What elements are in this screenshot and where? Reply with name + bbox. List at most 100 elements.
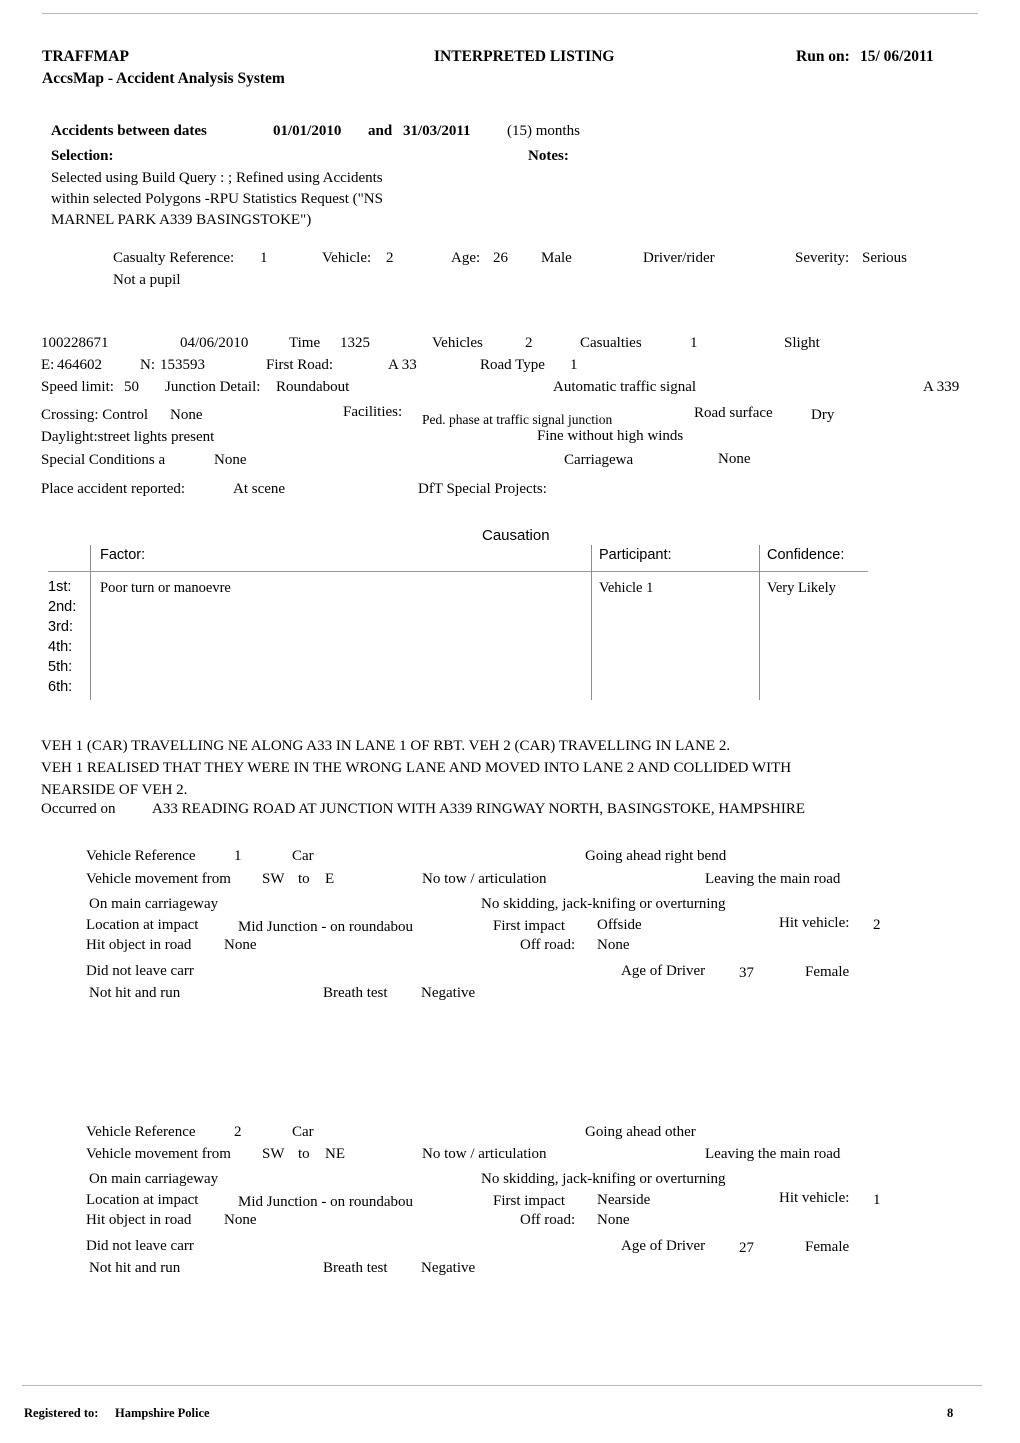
selection-line-3: MARNEL PARK A339 BASINGSTOKE") xyxy=(51,212,312,228)
road-type-label: Road Type xyxy=(480,357,545,373)
run-on-value: 15/ 06/2011 xyxy=(860,48,934,65)
vehicle-hit-object-label: Hit object in road xyxy=(86,937,192,953)
occurred-on-label: Occurred on xyxy=(41,801,116,817)
date-to: 31/03/2011 xyxy=(403,123,471,139)
accident-time-value: 1325 xyxy=(340,335,370,351)
vehicle-breath-test-value: Negative xyxy=(421,985,476,1001)
casualty-age-value: 26 xyxy=(493,250,508,266)
narrative-line-2: VEH 1 REALISED THAT THEY WERE IN THE WRO… xyxy=(41,760,792,776)
dates-label: Accidents between dates xyxy=(51,123,207,139)
occurred-on-value: A33 READING ROAD AT JUNCTION WITH A339 R… xyxy=(152,801,806,817)
junction-detail-value: Roundabout xyxy=(276,379,350,395)
accident-casualties-label: Casualties xyxy=(580,335,642,351)
vehicle-reference-value: 1 xyxy=(234,848,242,864)
selection-label: Selection: xyxy=(51,148,114,164)
vehicle-reference-label: Vehicle Reference xyxy=(86,848,196,864)
easting-label: E: xyxy=(41,357,55,373)
casualty-reference-value: 1 xyxy=(260,250,268,266)
road-surface-value: Dry xyxy=(811,407,835,423)
dates-and-label: and xyxy=(368,123,393,139)
vehicle-first-impact-value: Offside xyxy=(597,917,642,933)
causation-confidence-1: Very Likely xyxy=(767,580,836,596)
causation-column-factor: Factor: xyxy=(100,547,146,563)
northing-value: 153593 xyxy=(160,357,205,373)
report-title: INTERPRETED LISTING xyxy=(434,48,615,65)
road-surface-label: Road surface xyxy=(694,405,773,421)
vehicle-hit-and-run: Not hit and run xyxy=(89,1260,181,1276)
vehicle-movement-to: E xyxy=(325,871,335,887)
carriageway-hazards-value: None xyxy=(718,451,751,467)
causation-column-confidence: Confidence: xyxy=(767,547,845,563)
casualty-sex: Male xyxy=(541,250,572,266)
narrative-line-3: NEARSIDE OF VEH 2. xyxy=(41,782,188,798)
accident-reference: 100228671 xyxy=(41,335,109,351)
causation-ordinal-2: 2nd: xyxy=(48,599,77,615)
vehicle-manoeuvre: Going ahead other xyxy=(585,1124,696,1140)
causation-ordinal-6: 6th: xyxy=(48,679,73,695)
vehicle-movement-to-label: to xyxy=(298,871,310,887)
crossing-control-label: Crossing: Control xyxy=(41,407,149,423)
easting-value: 464602 xyxy=(57,357,102,373)
footer-top-rule xyxy=(22,1385,982,1386)
causation-vrule-participant xyxy=(591,545,592,700)
vehicle-age-of-driver-label: Age of Driver xyxy=(621,1238,706,1254)
vehicle-skidding: No skidding, jack-knifing or overturning xyxy=(481,896,726,912)
vehicle-carriageway: On main carriageway xyxy=(89,896,219,912)
vehicle-hit-object-label: Hit object in road xyxy=(86,1212,192,1228)
first-road-label: First Road: xyxy=(266,357,334,373)
vehicle-reference-label: Vehicle Reference xyxy=(86,1124,196,1140)
speed-limit-label: Speed limit: xyxy=(41,379,114,395)
facilities-value: Ped. phase at traffic signal junction xyxy=(422,412,613,427)
notes-label: Notes: xyxy=(528,148,569,164)
vehicle-first-impact-label: First impact xyxy=(493,1193,566,1209)
vehicle-movement-to-label: to xyxy=(298,1146,310,1162)
vehicle-hit-and-run: Not hit and run xyxy=(89,985,181,1001)
system-name: TRAFFMAP xyxy=(42,48,129,65)
vehicle-hit-object-value: None xyxy=(224,1212,257,1228)
facilities-label: Facilities: xyxy=(343,404,403,420)
special-conditions-value: None xyxy=(214,452,247,468)
accident-casualties-value: 1 xyxy=(690,335,698,351)
crossing-control-value: None xyxy=(170,407,203,423)
causation-ordinal-5: 5th: xyxy=(48,659,73,675)
vehicle-hit-object-value: None xyxy=(224,937,257,953)
casualty-vehicle-value: 2 xyxy=(386,250,394,266)
casualty-reference-label: Casualty Reference: xyxy=(113,250,235,266)
vehicle-towing: No tow / articulation xyxy=(422,871,547,887)
vehicle-junction-location: Leaving the main road xyxy=(705,871,841,887)
vehicle-off-road-label: Off road: xyxy=(520,937,576,953)
causation-ordinal-4: 4th: xyxy=(48,639,73,655)
vehicle-breath-test-label: Breath test xyxy=(323,1260,388,1276)
vehicle-hit-vehicle-label: Hit vehicle: xyxy=(779,915,850,931)
vehicle-age-of-driver-value: 27 xyxy=(739,1240,754,1256)
road-type-value: 1 xyxy=(570,357,578,373)
vehicle-type: Car xyxy=(292,848,314,864)
vehicle-hit-vehicle-value: 1 xyxy=(873,1192,881,1208)
light-conditions: Daylight:street lights present xyxy=(41,429,215,445)
casualty-severity-label: Severity: xyxy=(795,250,850,266)
place-reported-value: At scene xyxy=(233,481,286,497)
vehicle-leaving-carriageway: Did not leave carr xyxy=(86,1238,194,1254)
vehicle-movement-from: SW xyxy=(262,871,285,887)
causation-column-participant: Participant: xyxy=(599,547,672,563)
vehicle-driver-sex: Female xyxy=(805,1239,850,1255)
vehicle-reference-value: 2 xyxy=(234,1124,242,1140)
vehicle-hit-vehicle-label: Hit vehicle: xyxy=(779,1190,850,1206)
narrative-line-1: VEH 1 (CAR) TRAVELLING NE ALONG A33 IN L… xyxy=(41,738,731,754)
second-road: A 339 xyxy=(923,379,960,395)
vehicle-driver-sex: Female xyxy=(805,964,850,980)
carriageway-hazards-label: Carriagewa xyxy=(564,452,634,468)
vehicle-location-at-impact-label: Location at impact xyxy=(86,917,199,933)
casualty-age-label: Age: xyxy=(451,250,481,266)
run-on-label: Run on: xyxy=(796,48,850,65)
vehicle-off-road-value: None xyxy=(597,937,630,953)
report-page: TRAFFMAP INTERPRETED LISTING Run on: 15/… xyxy=(0,0,1020,1443)
vehicle-off-road-value: None xyxy=(597,1212,630,1228)
vehicle-first-impact-value: Nearside xyxy=(597,1192,651,1208)
first-road-value: A 33 xyxy=(388,357,417,373)
junction-control: Automatic traffic signal xyxy=(553,379,697,395)
vehicle-type: Car xyxy=(292,1124,314,1140)
causation-participant-1: Vehicle 1 xyxy=(599,580,654,596)
causation-factor-1: Poor turn or manoevre xyxy=(100,580,231,596)
speed-limit-value: 50 xyxy=(124,379,139,395)
